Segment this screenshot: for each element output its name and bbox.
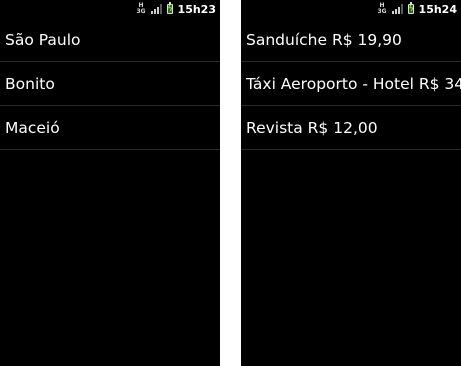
network-label: 3G: [377, 8, 387, 15]
list-item[interactable]: Táxi Aeroporto - Hotel R$ 34,00: [241, 62, 461, 106]
network-type-icon: H 3G: [136, 3, 145, 15]
status-bar: H 3G ϟ 15h23: [0, 0, 220, 18]
network-type-icon: H 3G: [377, 3, 386, 15]
network-label: 3G: [136, 8, 146, 15]
battery-charging-icon: ϟ: [166, 2, 173, 14]
status-time: 15h23: [177, 2, 216, 16]
list-item[interactable]: Maceió: [0, 106, 220, 150]
signal-strength-icon: [150, 4, 162, 14]
list-item[interactable]: Bonito: [0, 62, 220, 106]
list-item[interactable]: Sanduíche R$ 19,90: [241, 18, 461, 62]
status-bar: H 3G ϟ 15h24: [241, 0, 461, 18]
phone-screen-left: H 3G ϟ 15h23 São Paulo Bonito Maceió: [0, 0, 220, 366]
phone-screen-right: H 3G ϟ 15h24 Sanduíche R$ 19,90 Táxi Aer…: [241, 0, 461, 366]
list-item[interactable]: Revista R$ 12,00: [241, 106, 461, 150]
city-list: São Paulo Bonito Maceió: [0, 18, 220, 150]
list-item[interactable]: São Paulo: [0, 18, 220, 62]
status-time: 15h24: [418, 2, 457, 16]
signal-strength-icon: [391, 4, 403, 14]
battery-charging-icon: ϟ: [407, 2, 414, 14]
expense-list: Sanduíche R$ 19,90 Táxi Aeroporto - Hote…: [241, 18, 461, 150]
